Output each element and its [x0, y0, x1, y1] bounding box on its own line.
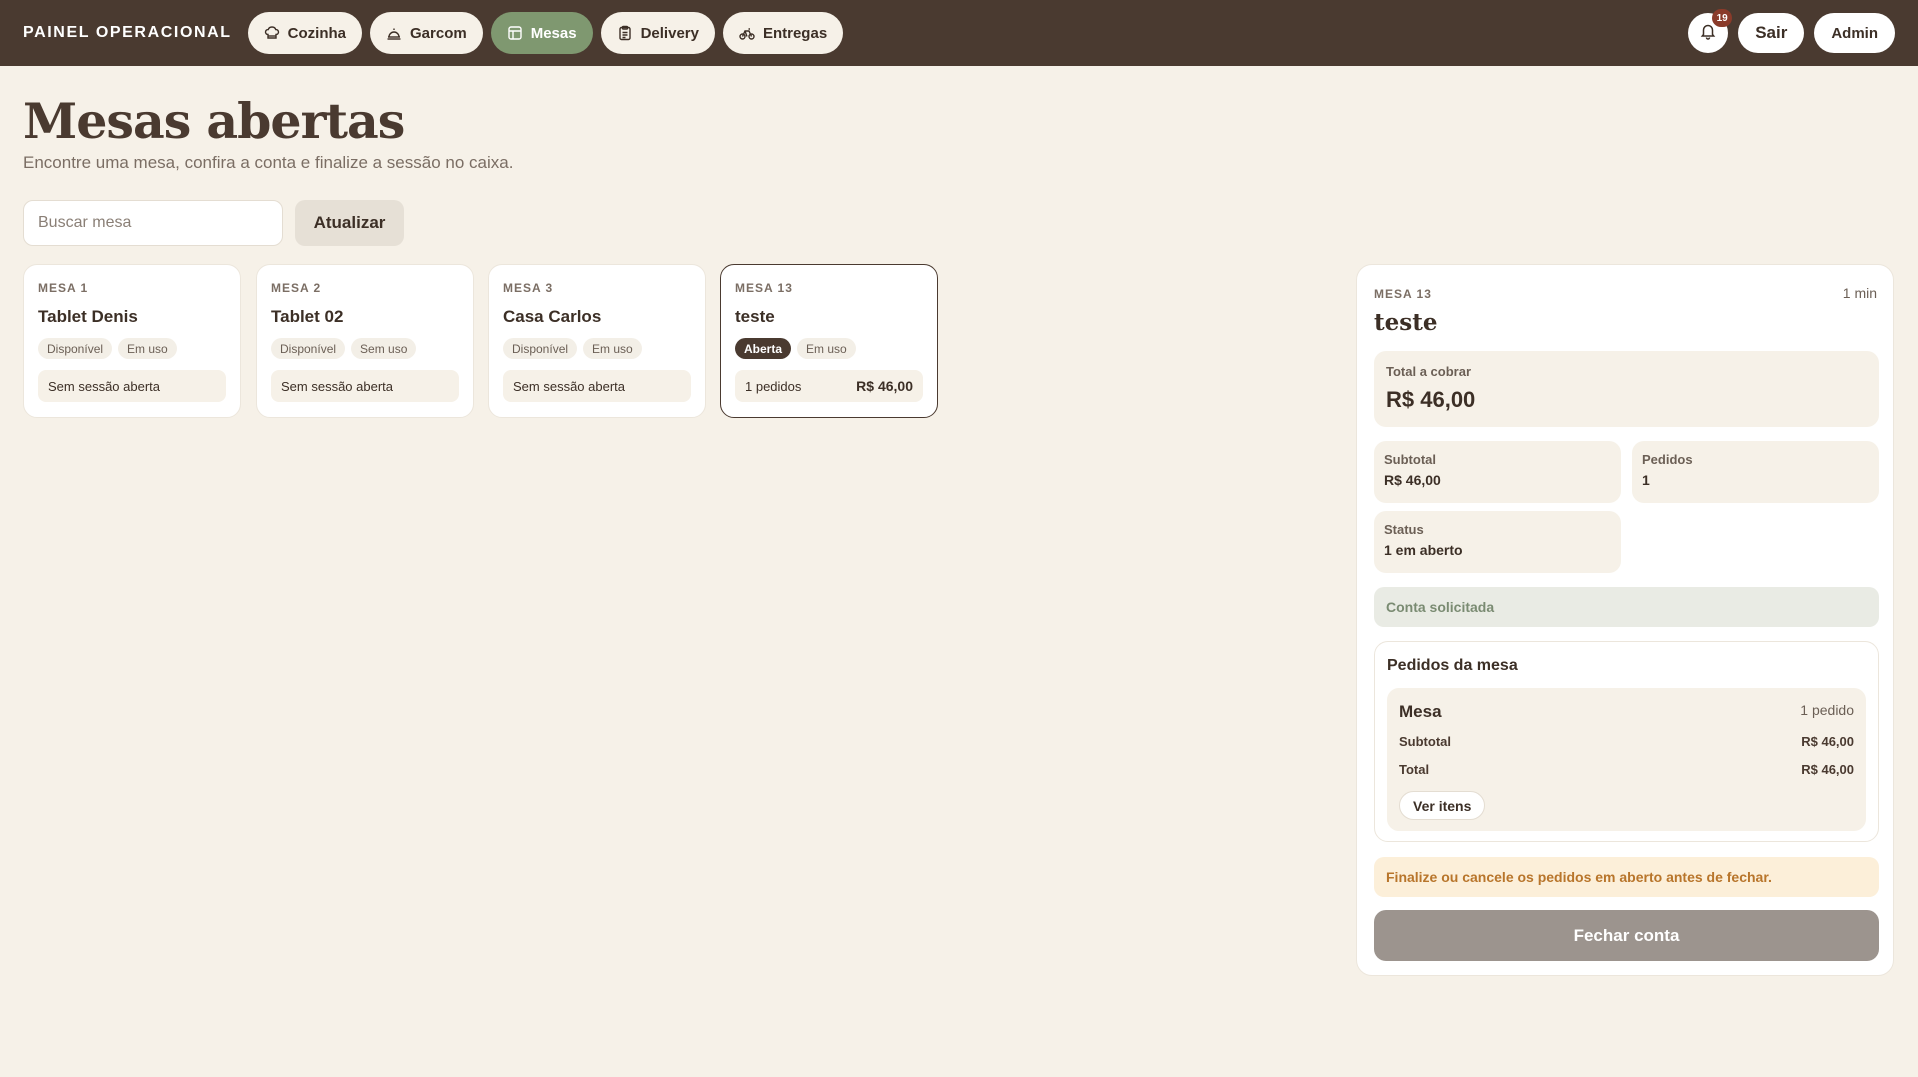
- availability-tag: Disponível: [38, 338, 113, 359]
- orders-count-box: Pedidos 1: [1632, 441, 1879, 503]
- elapsed-time: 1 min: [1842, 285, 1877, 301]
- nav-item-mesas[interactable]: Mesas: [490, 12, 593, 54]
- order-subtotal-row: Subtotal R$ 46,00: [1399, 734, 1854, 749]
- session-summary: 1 pedidos R$ 46,00: [735, 370, 923, 402]
- orders-section-title: Pedidos da mesa: [1387, 657, 1518, 674]
- status-value: 1 em aberto: [1384, 542, 1463, 558]
- subtotal-box: Subtotal R$ 46,00: [1374, 441, 1621, 503]
- session-summary: Sem sessão aberta: [503, 370, 691, 402]
- usage-tag: Em uso: [797, 338, 856, 359]
- refresh-button[interactable]: Atualizar: [295, 200, 404, 246]
- availability-tag: Disponível: [503, 338, 578, 359]
- page-title: Mesas abertas: [23, 92, 405, 150]
- session-status: Sem sessão aberta: [48, 378, 161, 394]
- nav-label: Garcom: [410, 24, 467, 42]
- nav-item-garcom[interactable]: Garcom: [370, 12, 483, 54]
- nav-item-cozinha[interactable]: Cozinha: [247, 12, 363, 54]
- table-detail-panel: MESA 13 1 min teste Total a cobrar R$ 46…: [1356, 264, 1894, 976]
- user-menu-button[interactable]: Admin: [1814, 13, 1895, 53]
- nav-item-delivery[interactable]: Delivery: [600, 12, 715, 54]
- usage-tag: Em uso: [583, 338, 642, 359]
- nav-label: Cozinha: [287, 24, 347, 42]
- bill-requested-banner: Conta solicitada: [1374, 587, 1879, 627]
- clipboard-icon: [617, 25, 633, 41]
- order-total-value: R$ 46,00: [1801, 762, 1854, 777]
- table-grid-icon: [507, 25, 523, 41]
- session-total: R$ 46,00: [856, 378, 913, 394]
- order-group-count: 1 pedido: [1800, 702, 1854, 718]
- order-total-label: Total: [1399, 762, 1430, 777]
- status-box: Status 1 em aberto: [1374, 511, 1621, 573]
- table-tags: Disponível Em uso: [38, 338, 177, 359]
- table-card[interactable]: MESA 2 Tablet 02 Disponível Sem uso Sem …: [256, 264, 474, 418]
- notifications-button[interactable]: 19: [1688, 9, 1733, 53]
- session-status: Sem sessão aberta: [513, 378, 626, 394]
- table-tags: Aberta Em uso: [735, 338, 856, 359]
- detail-table-number: MESA 13: [1374, 287, 1432, 301]
- table-number: MESA 2: [271, 281, 322, 295]
- status-label: Status: [1384, 522, 1424, 537]
- logout-button[interactable]: Sair: [1738, 13, 1805, 53]
- top-navigation-bar: PAINEL OPERACIONAL Cozinha Garcom Mesas …: [0, 0, 1918, 66]
- table-name: Casa Carlos: [503, 307, 602, 326]
- total-due-label: Total a cobrar: [1386, 364, 1472, 379]
- table-name: Tablet 02: [271, 307, 344, 326]
- order-subtotal-value: R$ 46,00: [1801, 734, 1854, 749]
- session-status: Sem sessão aberta: [281, 378, 394, 394]
- session-summary: Sem sessão aberta: [271, 370, 459, 402]
- top-right-actions: 19 Sair Admin: [1688, 9, 1895, 53]
- total-due-box: Total a cobrar R$ 46,00: [1374, 351, 1879, 427]
- table-orders-section: Pedidos da mesa Mesa 1 pedido Subtotal R…: [1374, 641, 1879, 842]
- table-tags: Disponível Em uso: [503, 338, 642, 359]
- detail-table-name: teste: [1374, 309, 1438, 336]
- brand-title: PAINEL OPERACIONAL: [23, 24, 232, 41]
- table-card[interactable]: MESA 1 Tablet Denis Disponível Em uso Se…: [23, 264, 241, 418]
- bike-icon: [739, 25, 755, 41]
- notification-count-badge: 19: [1712, 9, 1733, 27]
- nav-item-entregas[interactable]: Entregas: [722, 12, 844, 54]
- nav-label: Entregas: [762, 24, 828, 42]
- table-card-selected[interactable]: MESA 13 teste Aberta Em uso 1 pedidos R$…: [720, 264, 938, 418]
- close-bill-button[interactable]: Fechar conta: [1374, 910, 1879, 961]
- table-number: MESA 13: [735, 281, 793, 295]
- warning-banner: Finalize ou cancele os pedidos em aberto…: [1374, 857, 1879, 897]
- page-subtitle: Encontre uma mesa, confira a conta e fin…: [23, 153, 514, 172]
- order-total-row: Total R$ 46,00: [1399, 762, 1854, 777]
- search-input[interactable]: [23, 200, 283, 246]
- nav-label: Mesas: [530, 24, 577, 42]
- availability-tag: Disponível: [271, 338, 346, 359]
- total-due-value: R$ 46,00: [1386, 387, 1476, 412]
- table-tags: Disponível Sem uso: [271, 338, 417, 359]
- subtotal-value: R$ 46,00: [1384, 472, 1441, 488]
- session-orders: 1 pedidos: [745, 378, 802, 394]
- order-group-card: Mesa 1 pedido Subtotal R$ 46,00 Total R$…: [1387, 688, 1866, 831]
- nav-label: Delivery: [640, 24, 699, 42]
- view-items-button[interactable]: Ver itens: [1399, 791, 1486, 820]
- cloche-icon: [386, 25, 402, 41]
- subtotal-label: Subtotal: [1384, 452, 1436, 467]
- session-summary: Sem sessão aberta: [38, 370, 226, 402]
- table-name: teste: [735, 307, 775, 326]
- usage-tag: Em uso: [118, 338, 177, 359]
- table-card[interactable]: MESA 3 Casa Carlos Disponível Em uso Sem…: [488, 264, 706, 418]
- open-status-tag: Aberta: [735, 338, 792, 359]
- orders-count-label: Pedidos: [1642, 452, 1693, 467]
- order-subtotal-label: Subtotal: [1399, 734, 1451, 749]
- chef-hat-icon: [264, 25, 280, 41]
- table-number: MESA 3: [503, 281, 554, 295]
- orders-count-value: 1: [1642, 472, 1650, 488]
- table-name: Tablet Denis: [38, 307, 138, 326]
- main-nav: Cozinha Garcom Mesas Delivery Entregas: [247, 12, 844, 54]
- usage-tag: Sem uso: [351, 338, 417, 359]
- table-number: MESA 1: [38, 281, 89, 295]
- order-group-name: Mesa: [1399, 702, 1442, 721]
